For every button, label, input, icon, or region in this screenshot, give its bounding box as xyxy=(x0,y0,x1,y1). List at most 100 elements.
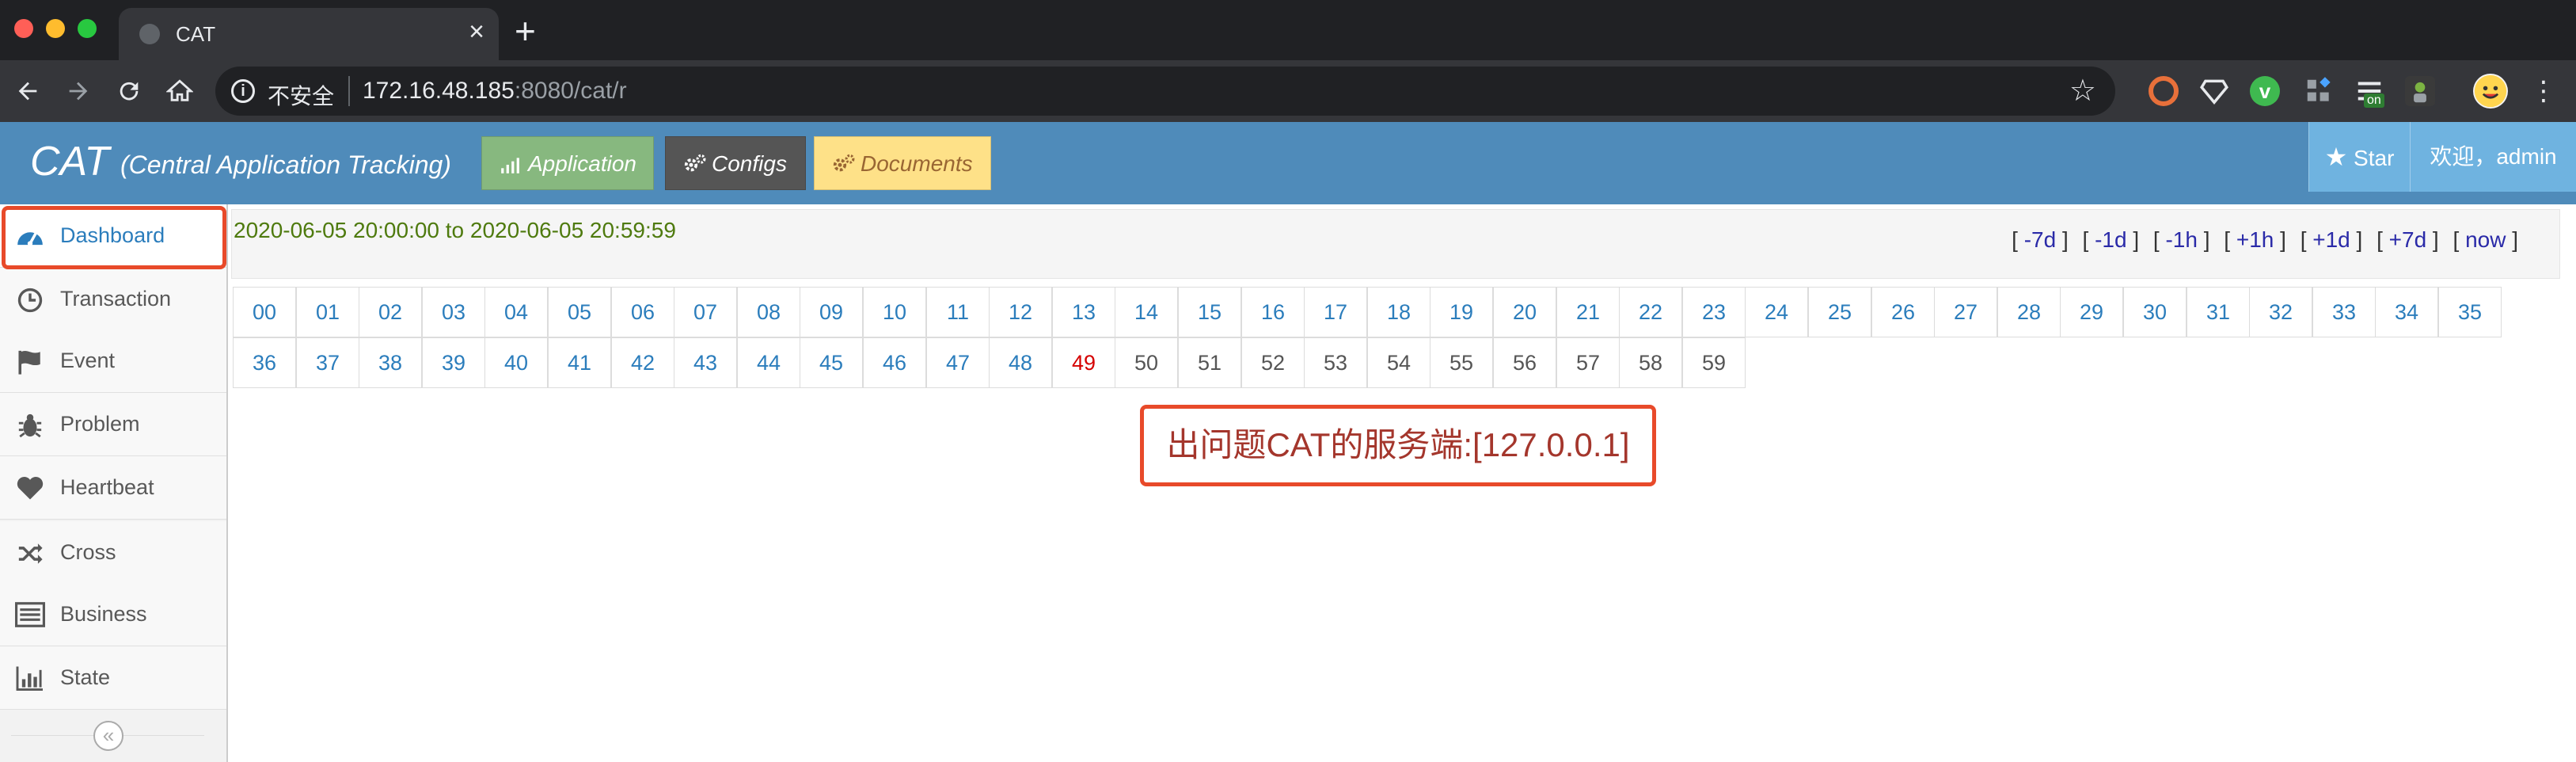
documents-button[interactable]: Documents xyxy=(814,136,991,190)
minute-cell[interactable]: 08 xyxy=(737,287,800,337)
avatar[interactable] xyxy=(2473,74,2508,109)
minute-cell[interactable]: 13 xyxy=(1052,287,1115,337)
minute-cell[interactable]: 57 xyxy=(1556,337,1620,388)
minute-cell[interactable]: 03 xyxy=(422,287,485,337)
browser-menu-icon[interactable]: ⋮ xyxy=(2529,76,2559,106)
extension-v-icon[interactable]: v xyxy=(2250,76,2280,106)
minute-cell[interactable]: 25 xyxy=(1808,287,1871,337)
sidebar-item-business[interactable]: Business xyxy=(0,583,226,646)
minute-cell[interactable]: 26 xyxy=(1871,287,1935,337)
nav-link-now[interactable]: [ now ] xyxy=(2453,227,2519,252)
sidebar-item-transaction[interactable]: Transaction xyxy=(0,268,226,331)
minute-cell[interactable]: 18 xyxy=(1367,287,1430,337)
minute-cell[interactable]: 28 xyxy=(1997,287,2061,337)
minute-cell[interactable]: 06 xyxy=(611,287,674,337)
minute-cell[interactable]: 55 xyxy=(1430,337,1493,388)
sidebar-item-event[interactable]: Event xyxy=(0,330,226,393)
browser-tab[interactable]: CAT × xyxy=(119,8,499,60)
info-icon[interactable]: i xyxy=(231,79,255,103)
sidebar-item-problem[interactable]: Problem xyxy=(0,393,226,456)
minute-cell[interactable]: 43 xyxy=(674,337,737,388)
minute-cell[interactable]: 14 xyxy=(1115,287,1178,337)
nav-link-plus-1h[interactable]: [ +1h ] xyxy=(2224,227,2286,252)
minute-cell[interactable]: 10 xyxy=(863,287,926,337)
extension-list-icon[interactable]: on xyxy=(2354,76,2384,108)
nav-link-plus-7d[interactable]: [ +7d ] xyxy=(2377,227,2439,252)
minute-cell[interactable]: 45 xyxy=(800,337,863,388)
security-label[interactable]: 不安全 xyxy=(268,79,334,111)
minute-cell[interactable]: 27 xyxy=(1934,287,1997,337)
minute-cell[interactable]: 11 xyxy=(926,287,990,337)
new-tab-button[interactable]: + xyxy=(515,11,536,51)
minute-cell[interactable]: 52 xyxy=(1241,337,1305,388)
sidebar-item-state[interactable]: State xyxy=(0,646,226,710)
extension-profile-icon[interactable] xyxy=(2405,76,2435,106)
minute-cell[interactable]: 34 xyxy=(2375,287,2438,337)
minute-cell[interactable]: 46 xyxy=(863,337,926,388)
minute-cell[interactable]: 00 xyxy=(233,287,296,337)
minute-cell[interactable]: 12 xyxy=(989,287,1052,337)
minute-cell[interactable]: 24 xyxy=(1745,287,1808,337)
minimize-window-button[interactable] xyxy=(46,19,65,38)
minute-cell[interactable]: 37 xyxy=(296,337,359,388)
minute-cell[interactable]: 02 xyxy=(359,287,422,337)
minute-cell[interactable]: 31 xyxy=(2187,287,2250,337)
minute-cell[interactable]: 39 xyxy=(422,337,485,388)
sidebar-collapse-button[interactable]: « xyxy=(93,721,123,751)
minute-cell[interactable]: 47 xyxy=(926,337,990,388)
extension-grid-icon[interactable] xyxy=(2304,76,2334,106)
minute-cell[interactable]: 22 xyxy=(1619,287,1682,337)
minute-cell[interactable]: 20 xyxy=(1493,287,1556,337)
minute-cell[interactable]: 50 xyxy=(1115,337,1178,388)
maximize-window-button[interactable] xyxy=(78,19,97,38)
bookmark-star-icon[interactable]: ☆ xyxy=(2069,73,2096,109)
address-bar[interactable]: i 不安全 172.16.48.185:8080/cat/r ☆ xyxy=(215,67,2115,116)
application-button[interactable]: Application xyxy=(481,136,654,190)
minute-cell[interactable]: 30 xyxy=(2123,287,2187,337)
minute-cell[interactable]: 40 xyxy=(484,337,548,388)
minute-cell[interactable]: 33 xyxy=(2312,287,2376,337)
minute-cell[interactable]: 32 xyxy=(2249,287,2312,337)
minute-cell[interactable]: 54 xyxy=(1367,337,1430,388)
sidebar-item-heartbeat[interactable]: Heartbeat xyxy=(0,456,226,520)
minute-cell[interactable]: 04 xyxy=(484,287,548,337)
nav-link-minus-1h[interactable]: [ -1h ] xyxy=(2153,227,2210,252)
close-window-button[interactable] xyxy=(14,19,33,38)
url-text[interactable]: 172.16.48.185:8080/cat/r xyxy=(363,78,627,105)
nav-link-minus-7d[interactable]: [ -7d ] xyxy=(2012,227,2069,252)
minute-cell[interactable]: 44 xyxy=(737,337,800,388)
forward-icon[interactable] xyxy=(60,73,97,109)
sidebar-item-cross[interactable]: Cross xyxy=(0,521,226,585)
minute-cell[interactable]: 58 xyxy=(1619,337,1682,388)
minute-cell[interactable]: 19 xyxy=(1430,287,1493,337)
minute-cell[interactable]: 16 xyxy=(1241,287,1305,337)
user-menu[interactable]: 欢迎，admin xyxy=(2410,122,2576,192)
reload-icon[interactable] xyxy=(111,73,147,109)
tab-close-icon[interactable]: × xyxy=(469,16,484,48)
minute-cell[interactable]: 36 xyxy=(233,337,296,388)
minute-cell[interactable]: 07 xyxy=(674,287,737,337)
minute-cell[interactable]: 15 xyxy=(1178,287,1241,337)
minute-cell[interactable]: 23 xyxy=(1682,287,1746,337)
back-icon[interactable] xyxy=(9,73,46,109)
minute-cell[interactable]: 49 xyxy=(1052,337,1115,388)
minute-cell[interactable]: 51 xyxy=(1178,337,1241,388)
home-icon[interactable] xyxy=(161,73,198,109)
nav-link-minus-1d[interactable]: [ -1d ] xyxy=(2083,227,2140,252)
minute-cell[interactable]: 38 xyxy=(359,337,422,388)
extension-ring-icon[interactable] xyxy=(2149,76,2179,106)
nav-link-plus-1d[interactable]: [ +1d ] xyxy=(2301,227,2363,252)
brand-logo[interactable]: CAT xyxy=(30,138,109,185)
minute-cell[interactable]: 29 xyxy=(2060,287,2123,337)
minute-cell[interactable]: 05 xyxy=(548,287,611,337)
minute-cell[interactable]: 01 xyxy=(296,287,359,337)
minute-cell[interactable]: 48 xyxy=(989,337,1052,388)
minute-cell[interactable]: 56 xyxy=(1493,337,1556,388)
minute-cell[interactable]: 41 xyxy=(548,337,611,388)
extension-diamond-icon[interactable] xyxy=(2199,76,2229,106)
minute-cell[interactable]: 17 xyxy=(1304,287,1367,337)
minute-cell[interactable]: 21 xyxy=(1556,287,1620,337)
star-button[interactable]: ★ Star xyxy=(2308,122,2410,192)
configs-button[interactable]: Configs xyxy=(665,136,806,190)
minute-cell[interactable]: 35 xyxy=(2438,287,2502,337)
